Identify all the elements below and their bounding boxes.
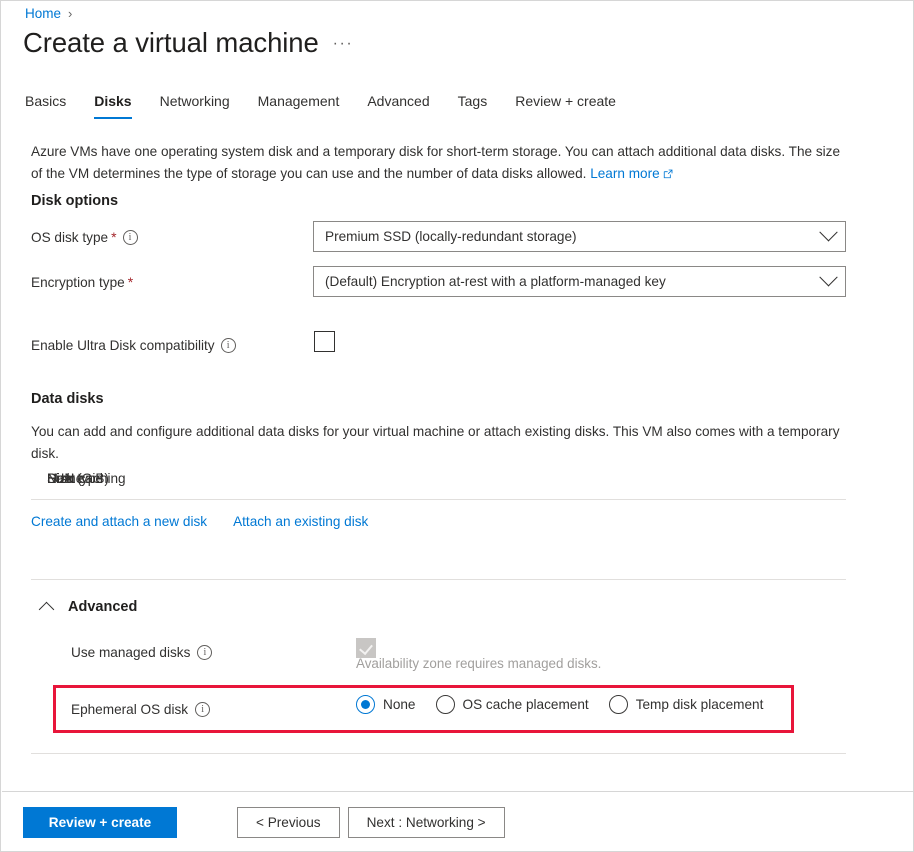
more-actions-icon[interactable]: ··· bbox=[333, 35, 353, 58]
tab-networking[interactable]: Networking bbox=[160, 93, 246, 119]
os-disk-type-value: Premium SSD (locally-redundant storage) bbox=[325, 229, 822, 244]
tab-bar: Basics Disks Networking Management Advan… bbox=[25, 93, 644, 119]
encryption-type-value: (Default) Encryption at-rest with a plat… bbox=[325, 274, 822, 289]
title-row: Create a virtual machine ··· bbox=[23, 28, 353, 58]
advanced-heading: Advanced bbox=[68, 599, 137, 615]
breadcrumb-chevron-icon: › bbox=[68, 7, 72, 20]
required-marker: * bbox=[128, 274, 133, 290]
table-divider bbox=[31, 499, 846, 500]
intro-description: Azure VMs have one operating system disk… bbox=[31, 141, 849, 184]
tab-review-create[interactable]: Review + create bbox=[515, 93, 632, 119]
footer-actions: Review + create < Previous Next : Networ… bbox=[23, 807, 505, 838]
radio-option-temp-disk-placement[interactable]: Temp disk placement bbox=[609, 695, 764, 714]
info-icon[interactable] bbox=[221, 338, 236, 353]
encryption-type-label: Encryption type * bbox=[31, 274, 133, 290]
required-marker: * bbox=[111, 229, 116, 245]
os-disk-type-label-text: OS disk type bbox=[31, 230, 108, 245]
use-managed-disks-checkbox bbox=[356, 638, 376, 658]
learn-more-label: Learn more bbox=[590, 166, 660, 181]
create-attach-new-disk-link[interactable]: Create and attach a new disk bbox=[31, 514, 207, 529]
os-disk-type-label: OS disk type * bbox=[31, 229, 138, 245]
radio-label: OS cache placement bbox=[463, 697, 589, 712]
breadcrumb: Home › bbox=[25, 6, 72, 21]
ephemeral-os-disk-label: Ephemeral OS disk bbox=[71, 702, 210, 717]
disk-options-heading: Disk options bbox=[31, 193, 118, 209]
encryption-type-select[interactable]: (Default) Encryption at-rest with a plat… bbox=[313, 266, 846, 297]
os-disk-type-select[interactable]: Premium SSD (locally-redundant storage) bbox=[313, 221, 846, 252]
radio-option-os-cache-placement[interactable]: OS cache placement bbox=[436, 695, 589, 714]
info-icon[interactable] bbox=[197, 645, 212, 660]
ephemeral-os-disk-radio-group: None OS cache placement Temp disk placem… bbox=[356, 695, 763, 714]
chevron-down-icon bbox=[819, 223, 837, 241]
ultra-disk-label: Enable Ultra Disk compatibility bbox=[31, 338, 236, 353]
review-create-button[interactable]: Review + create bbox=[23, 807, 177, 838]
breadcrumb-home-link[interactable]: Home bbox=[25, 6, 61, 21]
data-disks-heading: Data disks bbox=[31, 391, 104, 407]
radio-indicator bbox=[436, 695, 455, 714]
ephemeral-os-disk-label-text: Ephemeral OS disk bbox=[71, 702, 188, 717]
radio-indicator bbox=[356, 695, 375, 714]
radio-option-none[interactable]: None bbox=[356, 695, 416, 714]
info-icon[interactable] bbox=[195, 702, 210, 717]
encryption-type-label-text: Encryption type bbox=[31, 275, 125, 290]
previous-button[interactable]: < Previous bbox=[237, 807, 340, 838]
data-disks-description: You can add and configure additional dat… bbox=[31, 421, 843, 464]
advanced-accordion-toggle[interactable]: Advanced bbox=[41, 599, 137, 615]
chevron-up-icon bbox=[39, 601, 55, 617]
tab-tags[interactable]: Tags bbox=[458, 93, 504, 119]
enable-ultra-disk-checkbox[interactable] bbox=[314, 331, 335, 352]
ultra-disk-label-text: Enable Ultra Disk compatibility bbox=[31, 338, 215, 353]
use-managed-disks-label-text: Use managed disks bbox=[71, 645, 190, 660]
tab-basics[interactable]: Basics bbox=[25, 93, 82, 119]
attach-existing-disk-link[interactable]: Attach an existing disk bbox=[233, 514, 368, 529]
info-icon[interactable] bbox=[123, 230, 138, 245]
radio-label: None bbox=[383, 697, 416, 712]
radio-indicator bbox=[609, 695, 628, 714]
column-header-host-caching: Host caching bbox=[47, 471, 126, 486]
use-managed-disks-label: Use managed disks bbox=[71, 645, 212, 660]
next-networking-button[interactable]: Next : Networking > bbox=[348, 807, 505, 838]
tab-disks[interactable]: Disks bbox=[94, 93, 147, 119]
use-managed-disks-helper-text: Availability zone requires managed disks… bbox=[356, 656, 601, 671]
page-title: Create a virtual machine bbox=[23, 28, 319, 58]
footer-divider bbox=[2, 791, 913, 792]
advanced-section-divider bbox=[31, 579, 846, 580]
data-disks-actions: Create and attach a new disk Attach an e… bbox=[31, 514, 368, 529]
chevron-down-icon bbox=[819, 268, 837, 286]
create-vm-blade: Home › Create a virtual machine ··· Basi… bbox=[0, 0, 914, 852]
tab-advanced[interactable]: Advanced bbox=[367, 93, 445, 119]
advanced-bottom-divider bbox=[31, 753, 846, 754]
tab-management[interactable]: Management bbox=[258, 93, 356, 119]
learn-more-link[interactable]: Learn more bbox=[590, 166, 673, 181]
intro-line-1: Azure VMs have one operating system disk… bbox=[31, 144, 785, 159]
external-link-icon bbox=[663, 169, 673, 179]
radio-label: Temp disk placement bbox=[636, 697, 764, 712]
